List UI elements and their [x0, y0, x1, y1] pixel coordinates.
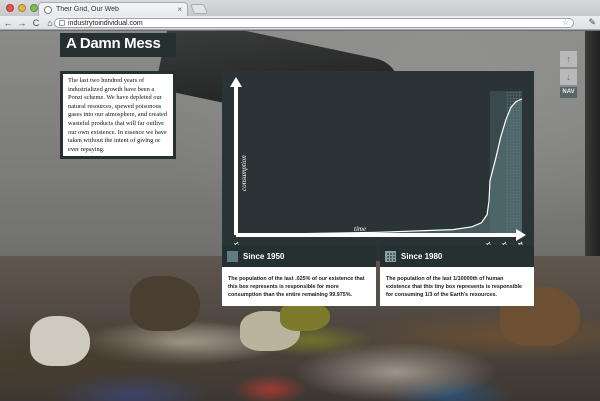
- new-tab-button[interactable]: [190, 4, 208, 14]
- browser-toolbar: ← → C ⌂ industrytoindividual.com ☆ ✎: [0, 16, 600, 30]
- window-close-button[interactable]: [6, 4, 14, 12]
- tab-title: Their Grid, Our Web: [56, 6, 119, 13]
- card-text: The population of the last 1/10000th of …: [386, 276, 523, 298]
- nav-button[interactable]: NAV: [560, 87, 577, 98]
- card-title: Since 1950: [243, 251, 285, 261]
- wrench-menu-icon[interactable]: ✎: [588, 17, 596, 28]
- consumption-line: [235, 98, 523, 236]
- address-bar[interactable]: industrytoindividual.com ☆: [54, 18, 574, 28]
- card-since-1980: Since 1980 The population of the last 1/…: [380, 245, 534, 306]
- card-title: Since 1980: [401, 251, 443, 261]
- card-body: The population of the last 1/10000th of …: [380, 267, 534, 306]
- grid-swatch-icon: [385, 250, 396, 262]
- intro-box: The last two hundred years of industrial…: [60, 71, 176, 159]
- url-text[interactable]: industrytoindividual.com: [68, 20, 562, 27]
- card-text: The population of the last .025% of our …: [228, 276, 365, 298]
- back-button[interactable]: ←: [2, 17, 14, 29]
- trash-bag-image: [130, 276, 200, 331]
- nav-controls: ↑ ↓ NAV: [560, 51, 577, 98]
- tab-bar: Their Grid, Our Web ×: [0, 0, 600, 16]
- close-icon[interactable]: ×: [177, 5, 182, 14]
- consumption-area: [236, 99, 522, 235]
- bookmark-star-icon[interactable]: ☆: [562, 19, 569, 27]
- page-icon: [59, 20, 65, 26]
- card-body: The population of the last .025% of our …: [222, 267, 376, 306]
- bag-debris-image: [30, 316, 90, 366]
- intro-text: The last two hundred years of industrial…: [68, 77, 168, 153]
- y-axis-label: consumption: [240, 155, 248, 191]
- card-header: Since 1980: [380, 245, 534, 267]
- y-axis-arrow: [230, 77, 242, 87]
- reload-button[interactable]: C: [30, 17, 42, 29]
- card-header: Since 1950: [222, 245, 376, 267]
- window-minimize-button[interactable]: [18, 4, 26, 12]
- nav-down-button[interactable]: ↓: [560, 69, 577, 85]
- x-axis-label: time: [354, 225, 366, 233]
- page-title: A Damn Mess: [60, 33, 176, 57]
- window-maximize-button[interactable]: [30, 4, 38, 12]
- card-since-1950: Since 1950 The population of the last .0…: [222, 245, 376, 306]
- page-viewport: A Damn Mess The last two hundred years o…: [0, 31, 600, 401]
- browser-tab[interactable]: Their Grid, Our Web ×: [38, 2, 188, 16]
- globe-icon: [44, 5, 52, 14]
- forward-button[interactable]: →: [16, 17, 28, 29]
- nav-up-button[interactable]: ↑: [560, 51, 577, 67]
- consumption-chart: consumptiontime12,000 BCE195019802012: [222, 71, 534, 261]
- chart-svg: consumptiontime12,000 BCE195019802012: [230, 77, 527, 261]
- swatch-icon: [227, 250, 238, 262]
